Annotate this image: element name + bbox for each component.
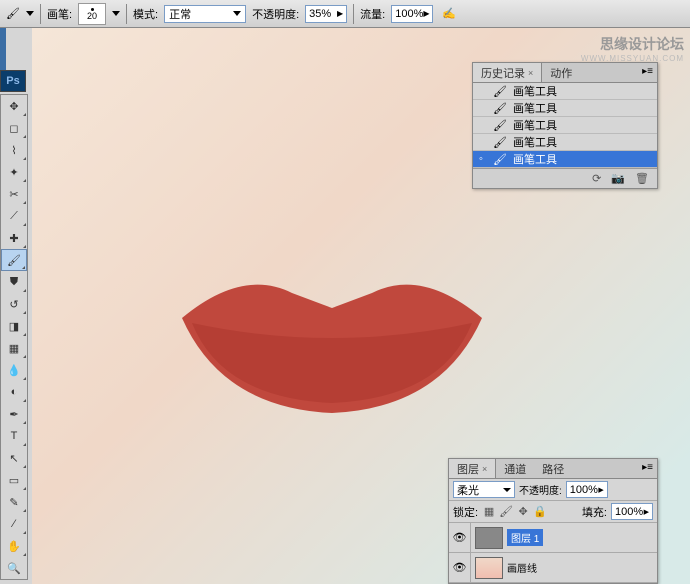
mode-select[interactable]: 正常: [164, 5, 246, 23]
layer-item[interactable]: 👁 画唇线: [449, 553, 657, 583]
dodge-tool[interactable]: ◐: [1, 381, 27, 403]
divider: [40, 4, 41, 24]
history-brush-tool[interactable]: ↺: [1, 293, 27, 315]
tab-history[interactable]: 历史记录×: [473, 63, 542, 82]
new-snapshot-icon[interactable]: 📷: [611, 172, 625, 185]
panel-menu-icon[interactable]: ▸≡: [642, 462, 653, 473]
wand-tool[interactable]: ✦: [1, 161, 27, 183]
history-item[interactable]: 🖌画笔工具: [473, 151, 657, 168]
visibility-eye-icon[interactable]: 👁: [449, 523, 471, 552]
notes-tool[interactable]: ✎: [1, 491, 27, 513]
layer-name[interactable]: 画唇线: [507, 560, 537, 575]
options-bar: 🖌 画笔: 20 模式: 正常 不透明度: 35% ▶ 流量: 100% ▶ ✍: [0, 0, 690, 28]
opacity-label: 不透明度:: [519, 482, 562, 497]
blur-tool[interactable]: 💧: [1, 359, 27, 381]
lock-all-icon[interactable]: 🔒: [533, 505, 547, 518]
airbrush-icon[interactable]: ✍: [439, 4, 459, 24]
trash-icon[interactable]: 🗑: [635, 172, 649, 185]
tab-actions[interactable]: 动作: [542, 63, 580, 82]
brush-icon: 🖌: [493, 85, 507, 98]
history-item[interactable]: 🖌画笔工具: [473, 100, 657, 117]
history-footer: ⟳ 📷 🗑: [473, 168, 657, 188]
path-select-tool[interactable]: ↖: [1, 447, 27, 469]
close-icon[interactable]: ×: [482, 464, 487, 474]
fill-label: 填充:: [582, 504, 607, 520]
flow-value: 100%: [395, 8, 423, 20]
blend-mode-select[interactable]: 柔光: [453, 481, 515, 498]
fill-input[interactable]: 100%▶: [611, 503, 653, 520]
pen-tool[interactable]: ✒: [1, 403, 27, 425]
mode-label: 模式:: [133, 6, 158, 22]
flow-input[interactable]: 100% ▶: [391, 5, 433, 23]
close-icon[interactable]: ×: [528, 68, 533, 78]
chevron-down-icon: [233, 11, 241, 16]
stamp-tool[interactable]: ⛊: [1, 271, 27, 293]
layers-panel: 图层× 通道 路径 ▸≡ 柔光 不透明度: 100%▶ 锁定: ▦ 🖌 ✥ 🔒 …: [448, 458, 658, 584]
chevron-down-icon: [503, 488, 511, 492]
lock-row: 锁定: ▦ 🖌 ✥ 🔒 填充: 100%▶: [449, 501, 657, 523]
snapshot-icon[interactable]: ⟳: [592, 172, 601, 185]
brush-dropdown[interactable]: [112, 11, 120, 16]
marquee-tool[interactable]: ◻: [1, 117, 27, 139]
brush-icon: 🖌: [493, 136, 507, 149]
ps-logo: Ps: [0, 70, 26, 92]
history-list: 🖌画笔工具 🖌画笔工具 🖌画笔工具 🖌画笔工具 🖌画笔工具: [473, 83, 657, 168]
toolbox: ✥ ◻ ⌇ ✦ ✂ ⟋ ✚ 🖌 ⛊ ↺ ◨ ▦ 💧 ◐ ✒ T ↖ ▭ ✎ ⁄ …: [0, 94, 28, 580]
layers-options-row: 柔光 不透明度: 100%▶: [449, 479, 657, 501]
canvas-content-lips: [162, 258, 502, 418]
layer-thumbnail[interactable]: [475, 557, 503, 579]
slice-tool[interactable]: ⟋: [1, 205, 27, 227]
divider: [353, 4, 354, 24]
panel-tabs: 历史记录× 动作 ▸≡: [473, 63, 657, 83]
visibility-eye-icon[interactable]: 👁: [449, 553, 471, 582]
brush-icon: 🖌: [493, 153, 507, 166]
brush-icon: 🖌: [493, 119, 507, 132]
tab-channels[interactable]: 通道: [496, 459, 534, 478]
brush-size: 20: [87, 11, 97, 21]
tab-paths[interactable]: 路径: [534, 459, 572, 478]
watermark: 思缘设计论坛 WWW.MISSYUAN.COM: [581, 34, 684, 63]
heal-tool[interactable]: ✚: [1, 227, 27, 249]
brush-tool[interactable]: 🖌: [1, 249, 27, 271]
layer-item[interactable]: 👁 图层 1: [449, 523, 657, 553]
crop-tool[interactable]: ✂: [1, 183, 27, 205]
shape-tool[interactable]: ▭: [1, 469, 27, 491]
lock-pixels-icon[interactable]: 🖌: [499, 505, 513, 518]
zoom-tool[interactable]: 🔍: [1, 557, 27, 579]
lock-icons: ▦ 🖌 ✥ 🔒: [482, 505, 547, 518]
opacity-value: 35%: [309, 8, 331, 20]
divider: [126, 4, 127, 24]
type-tool[interactable]: T: [1, 425, 27, 447]
lasso-tool[interactable]: ⌇: [1, 139, 27, 161]
brush-preview[interactable]: 20: [78, 3, 106, 25]
watermark-main: 思缘设计论坛: [581, 34, 684, 54]
history-item[interactable]: 🖌画笔工具: [473, 134, 657, 151]
left-accent: [0, 28, 6, 70]
tool-preset-dropdown[interactable]: [26, 11, 34, 16]
brush-icon: 🖌: [6, 7, 20, 20]
eraser-tool[interactable]: ◨: [1, 315, 27, 337]
lock-transparent-icon[interactable]: ▦: [482, 505, 496, 518]
gradient-tool[interactable]: ▦: [1, 337, 27, 359]
mode-value: 正常: [169, 6, 191, 22]
lock-position-icon[interactable]: ✥: [516, 505, 530, 518]
layer-opacity-input[interactable]: 100%▶: [566, 481, 608, 498]
lock-label: 锁定:: [453, 504, 478, 520]
move-tool[interactable]: ✥: [1, 95, 27, 117]
layer-name[interactable]: 图层 1: [507, 529, 543, 546]
hand-tool[interactable]: ✋: [1, 535, 27, 557]
history-panel: 历史记录× 动作 ▸≡ 🖌画笔工具 🖌画笔工具 🖌画笔工具 🖌画笔工具 🖌画笔工…: [472, 62, 658, 189]
panel-menu-icon[interactable]: ▸≡: [642, 66, 653, 77]
opacity-input[interactable]: 35% ▶: [305, 5, 347, 23]
panel-tabs: 图层× 通道 路径 ▸≡: [449, 459, 657, 479]
history-item[interactable]: 🖌画笔工具: [473, 117, 657, 134]
flow-label: 流量:: [360, 6, 385, 22]
brush-label: 画笔:: [47, 6, 72, 22]
tab-layers[interactable]: 图层×: [449, 459, 496, 478]
brush-icon: 🖌: [493, 102, 507, 115]
history-item[interactable]: 🖌画笔工具: [473, 83, 657, 100]
opacity-label: 不透明度:: [252, 6, 299, 22]
layer-thumbnail[interactable]: [475, 527, 503, 549]
eyedropper-tool[interactable]: ⁄: [1, 513, 27, 535]
